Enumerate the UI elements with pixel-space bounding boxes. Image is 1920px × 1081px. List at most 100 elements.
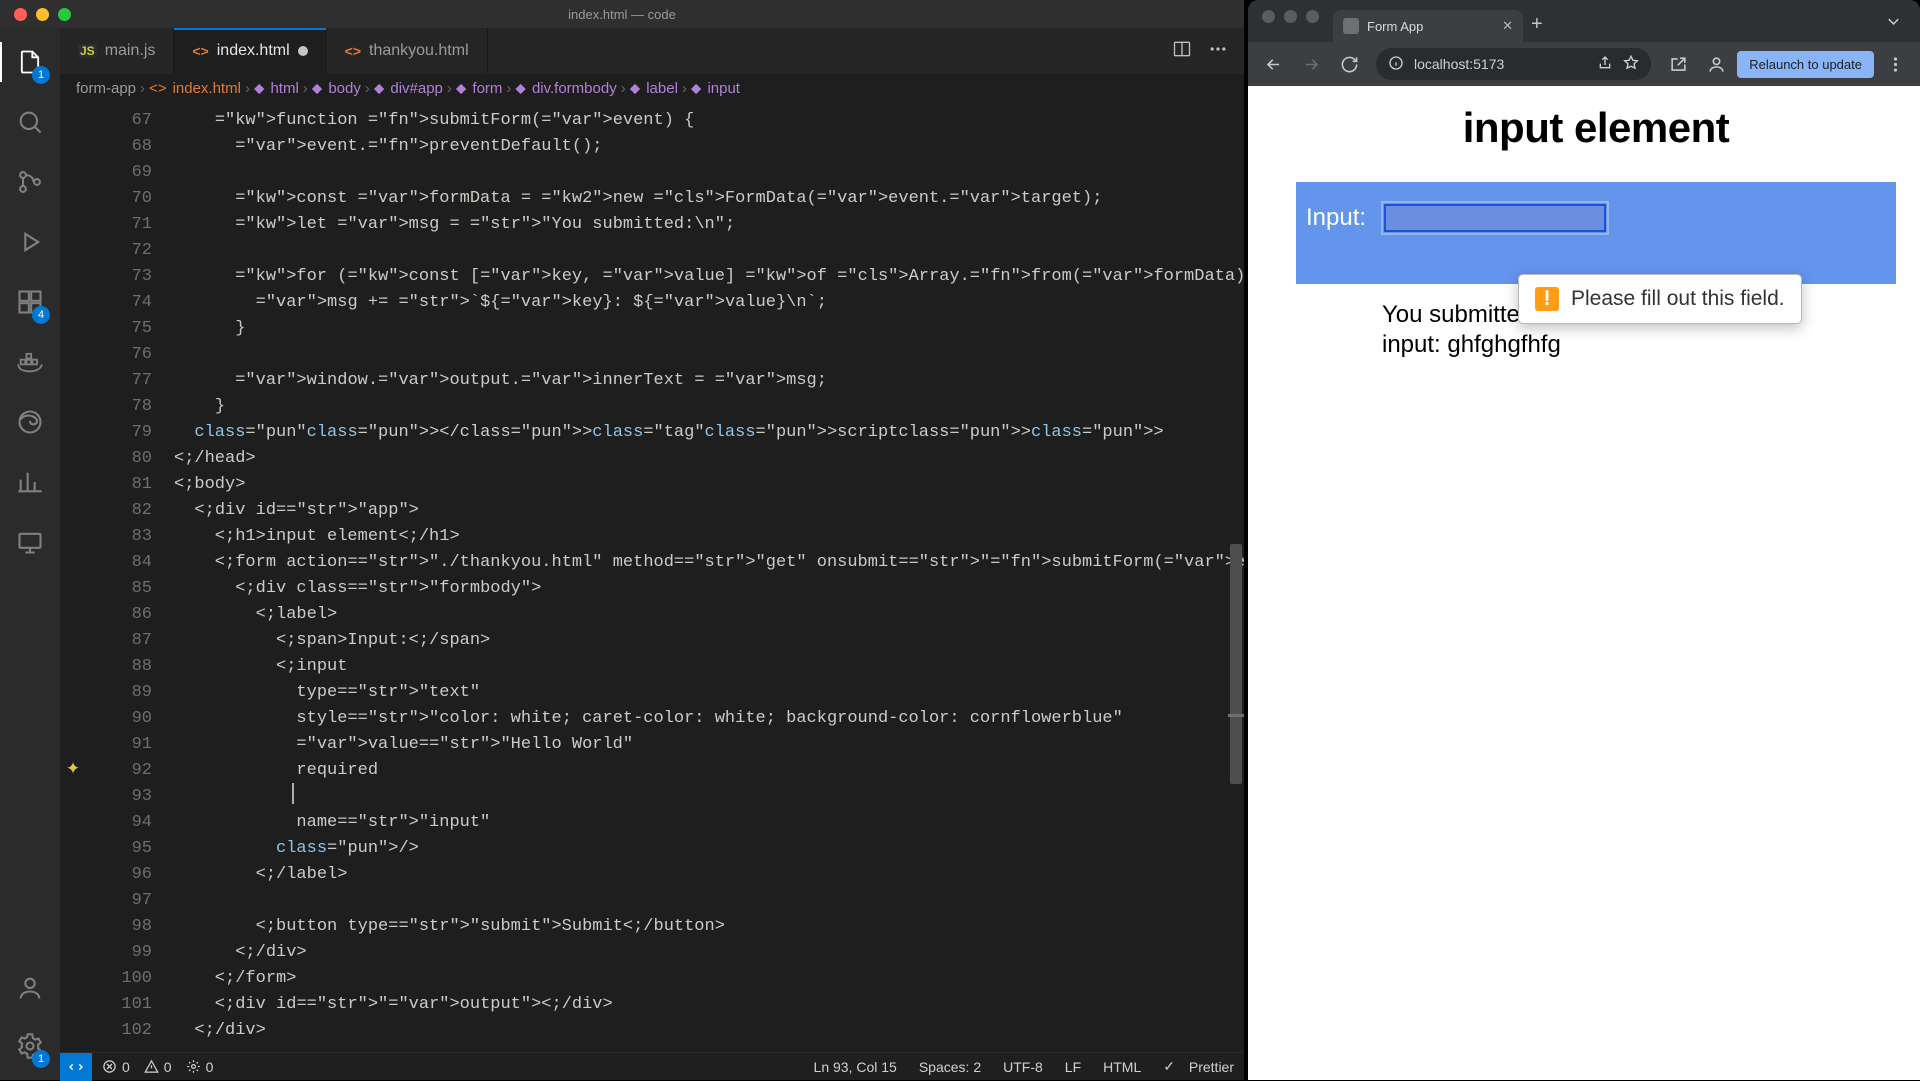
account-icon[interactable] <box>0 962 60 1014</box>
editor-column: JS main.js <> index.html <> thankyou.htm… <box>60 28 1244 1080</box>
site-info-icon[interactable] <box>1388 55 1404 74</box>
code-area[interactable]: ="kw">function ="fn">submitForm(="var">e… <box>170 104 1244 1052</box>
breadcrumb-item[interactable]: form-app <box>76 80 136 97</box>
text-input[interactable] <box>1384 204 1606 232</box>
close-window-icon[interactable] <box>1262 10 1275 23</box>
status-spaces[interactable]: Spaces: 2 <box>919 1059 981 1075</box>
tab-mainjs[interactable]: JS main.js <box>60 28 174 74</box>
more-actions-icon[interactable] <box>1208 39 1228 64</box>
html-file-icon: <> <box>192 43 208 59</box>
chevron-down-icon[interactable] <box>1876 4 1910 38</box>
graph-icon[interactable] <box>0 456 60 508</box>
browser-tab[interactable]: Form App ✕ <box>1333 10 1523 42</box>
status-encoding[interactable]: UTF-8 <box>1003 1059 1043 1075</box>
breadcrumb-item[interactable]: ⬥form <box>456 80 503 97</box>
breadcrumb-item[interactable]: ⬥label <box>630 80 678 97</box>
explorer-icon[interactable]: 1 <box>0 36 60 88</box>
new-tab-icon[interactable]: + <box>1529 13 1547 42</box>
tag-icon: ⬥ <box>254 80 265 97</box>
tag-icon: ⬥ <box>515 80 526 97</box>
js-file-icon: JS <box>78 44 97 58</box>
run-debug-icon[interactable] <box>0 216 60 268</box>
extensions-badge: 4 <box>32 306 50 324</box>
validation-tooltip: ! Please fill out this field. <box>1518 274 1802 324</box>
browser-window: Form App ✕ + localhost:5173 Relaunch to … <box>1248 0 1920 1080</box>
code-editor[interactable]: 6768697071727374757677787980818283848586… <box>60 104 1244 1052</box>
tooltip-text: Please fill out this field. <box>1571 287 1785 311</box>
tag-icon: ⬥ <box>691 80 702 97</box>
breadcrumb-item[interactable]: ⬥input <box>691 80 740 97</box>
forward-icon[interactable] <box>1294 47 1328 81</box>
status-eol[interactable]: LF <box>1065 1059 1081 1075</box>
search-icon[interactable] <box>0 96 60 148</box>
edge-icon[interactable] <box>0 396 60 448</box>
tab-label: thankyou.html <box>369 42 469 60</box>
tab-label: index.html <box>217 42 290 60</box>
tab-title: Form App <box>1367 19 1423 34</box>
breadcrumb-item[interactable]: <>index.html <box>149 80 241 97</box>
tab-label: main.js <box>105 42 156 60</box>
bookmark-icon[interactable] <box>1623 55 1639 74</box>
window-title: index.html — code <box>568 7 676 22</box>
address-bar[interactable]: localhost:5173 <box>1376 48 1651 80</box>
close-tab-icon[interactable]: ✕ <box>1502 18 1513 34</box>
status-errors[interactable]: 0 <box>102 1059 130 1075</box>
maximize-window-icon[interactable] <box>58 8 71 21</box>
tab-thankyouhtml[interactable]: <> thankyou.html <box>327 28 488 74</box>
minimap-marker <box>1228 714 1244 717</box>
back-icon[interactable] <box>1256 47 1290 81</box>
status-bar: 0 0 0 Ln 93, Col 15 Spaces: 2 UTF-8 L <box>60 1052 1244 1080</box>
extensions-icon[interactable]: 4 <box>0 276 60 328</box>
text-cursor <box>292 783 294 804</box>
relaunch-button[interactable]: Relaunch to update <box>1737 51 1874 78</box>
remote-icon[interactable] <box>0 516 60 568</box>
tab-indexhtml[interactable]: <> index.html <box>174 28 326 74</box>
reload-icon[interactable] <box>1332 47 1366 81</box>
docker-icon[interactable] <box>0 336 60 388</box>
minimize-window-icon[interactable] <box>1284 10 1297 23</box>
status-warnings[interactable]: 0 <box>144 1059 172 1075</box>
breadcrumb-item[interactable]: ⬥div.formbody <box>515 80 616 97</box>
menu-icon[interactable] <box>1878 47 1912 81</box>
share-icon[interactable] <box>1597 55 1613 74</box>
editor-actions <box>1172 28 1244 74</box>
minimize-window-icon[interactable] <box>36 8 49 21</box>
tag-icon: ⬥ <box>456 80 467 97</box>
tag-icon: ⬥ <box>312 80 323 97</box>
status-lang[interactable]: HTML <box>1103 1059 1141 1075</box>
scrollbar[interactable] <box>1228 104 1244 1052</box>
profile-icon[interactable] <box>1699 47 1733 81</box>
editor-tabs: JS main.js <> index.html <> thankyou.htm… <box>60 28 1244 74</box>
line-gutter: 6768697071727374757677787980818283848586… <box>60 104 170 1052</box>
split-editor-icon[interactable] <box>1172 39 1192 64</box>
dirty-indicator-icon <box>298 46 308 56</box>
remote-indicator-icon[interactable] <box>60 1053 92 1081</box>
ai-sparkle-icon[interactable]: ✦ <box>64 758 82 784</box>
status-cursor[interactable]: Ln 93, Col 15 <box>814 1059 897 1075</box>
html-file-icon: <> <box>149 80 167 97</box>
breadcrumb-item[interactable]: ⬥html <box>254 80 299 97</box>
extensions-icon[interactable] <box>1661 47 1695 81</box>
breadcrumbs[interactable]: form-app› <>index.html› ⬥html› ⬥body› ⬥d… <box>60 74 1244 104</box>
maximize-window-icon[interactable] <box>1306 10 1319 23</box>
source-control-icon[interactable] <box>0 156 60 208</box>
browser-tabstrip: Form App ✕ + <box>1248 0 1920 42</box>
tag-icon: ⬥ <box>630 80 641 97</box>
vscode-window: index.html — code 1 4 <box>0 0 1244 1080</box>
input-label: Input: <box>1306 204 1366 232</box>
vscode-main: 1 4 <box>0 28 1244 1080</box>
breadcrumb-item[interactable]: ⬥body <box>312 80 361 97</box>
explorer-badge: 1 <box>32 66 50 84</box>
breadcrumb-item[interactable]: ⬥div#app <box>374 80 443 97</box>
status-prettier[interactable]: ✓ Prettier <box>1163 1058 1234 1075</box>
settings-icon[interactable]: 1 <box>0 1020 60 1072</box>
status-ports[interactable]: 0 <box>186 1059 214 1075</box>
window-controls <box>0 8 71 21</box>
scrollbar-thumb[interactable] <box>1230 544 1242 784</box>
activity-bar: 1 4 <box>0 28 60 1080</box>
page-title: input element <box>1296 104 1896 152</box>
close-window-icon[interactable] <box>14 8 27 21</box>
tag-icon: ⬥ <box>374 80 385 97</box>
html-file-icon: <> <box>345 43 361 59</box>
window-controls <box>1258 10 1327 33</box>
